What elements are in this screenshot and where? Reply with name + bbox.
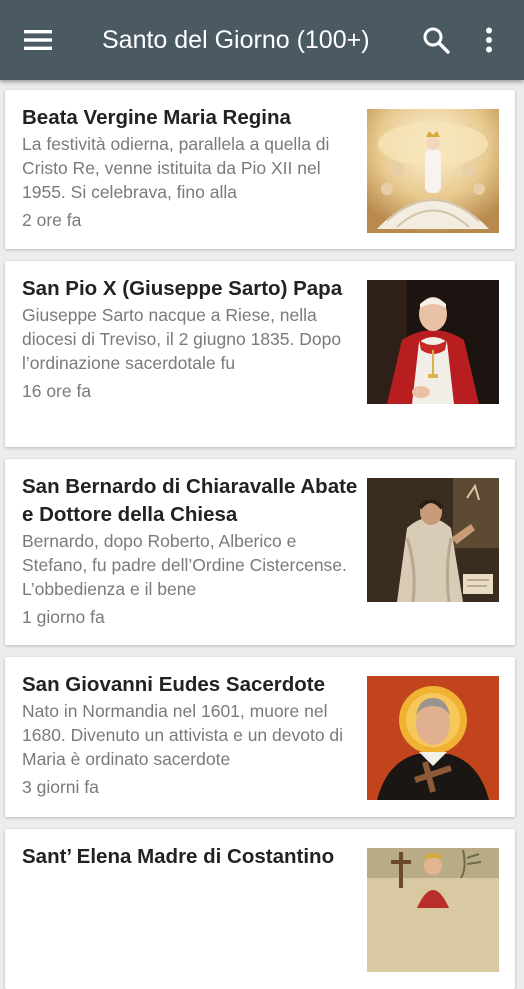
app-title: Santo del Giorno (100+)	[102, 26, 370, 54]
saint-title: San Pio X (Giuseppe Sarto) Papa	[22, 277, 343, 300]
saint-john-eudes-image	[367, 676, 499, 800]
saint-card[interactable]: San Bernardo di Chiaravalle Abate e Dott…	[5, 459, 515, 645]
more-vert-icon	[486, 27, 492, 53]
saint-excerpt	[22, 871, 362, 943]
saint-title: Sant’ Elena Madre di Costantino	[22, 845, 335, 868]
search-button[interactable]	[418, 22, 454, 58]
saint-card[interactable]: San Giovanni Eudes Sacerdote Nato in Nor…	[5, 657, 515, 817]
time-ago: 3 giorni fa	[22, 777, 99, 797]
time-ago: 2 ore fa	[22, 210, 82, 230]
saint-title: San Giovanni Eudes Sacerdote	[22, 673, 326, 696]
saint-excerpt: Nato in Normandia nel 1601, muore nel 16…	[22, 701, 344, 769]
saint-excerpt: Giuseppe Sarto nacque a Riese, nella dio…	[22, 305, 342, 373]
menu-button[interactable]	[20, 24, 56, 56]
saint-card[interactable]: San Pio X (Giuseppe Sarto) Papa Giuseppe…	[5, 261, 515, 447]
saint-bernard-image	[367, 478, 499, 602]
time-ago: 16 ore fa	[22, 381, 92, 401]
hamburger-menu-icon	[24, 30, 52, 50]
saint-thumbnail	[367, 280, 499, 404]
card-text: San Pio X (Giuseppe Sarto) Papa Giuseppe…	[22, 275, 362, 403]
card-text: San Bernardo di Chiaravalle Abate e Dott…	[22, 473, 362, 629]
saint-card[interactable]: Sant’ Elena Madre di Costantino	[5, 829, 515, 989]
virgin-mary-queen-image	[367, 109, 499, 233]
overflow-menu-button[interactable]	[474, 22, 504, 58]
saint-excerpt: La festività odierna, parallela a quella…	[22, 134, 330, 202]
saint-thumbnail	[367, 478, 499, 602]
saint-card[interactable]: Beata Vergine Maria Regina La festività …	[5, 90, 515, 249]
saint-thumbnail	[367, 848, 499, 972]
search-icon	[423, 27, 450, 54]
saint-thumbnail	[367, 676, 499, 800]
saint-thumbnail	[367, 109, 499, 233]
card-text: San Giovanni Eudes Sacerdote Nato in Nor…	[22, 671, 362, 799]
saint-helena-image	[367, 848, 499, 972]
card-text: Beata Vergine Maria Regina La festività …	[22, 104, 362, 232]
saint-title: Beata Vergine Maria Regina	[22, 106, 291, 129]
pope-pius-x-image	[367, 280, 499, 404]
saint-title: San Bernardo di Chiaravalle Abate e Dott…	[22, 475, 358, 526]
card-text: Sant’ Elena Madre di Costantino	[22, 843, 362, 947]
app-bar: Santo del Giorno (100+)	[0, 0, 524, 80]
saint-excerpt: Bernardo, dopo Roberto, Alberico e Stefa…	[22, 531, 347, 599]
time-ago: 1 giorno fa	[22, 607, 105, 627]
